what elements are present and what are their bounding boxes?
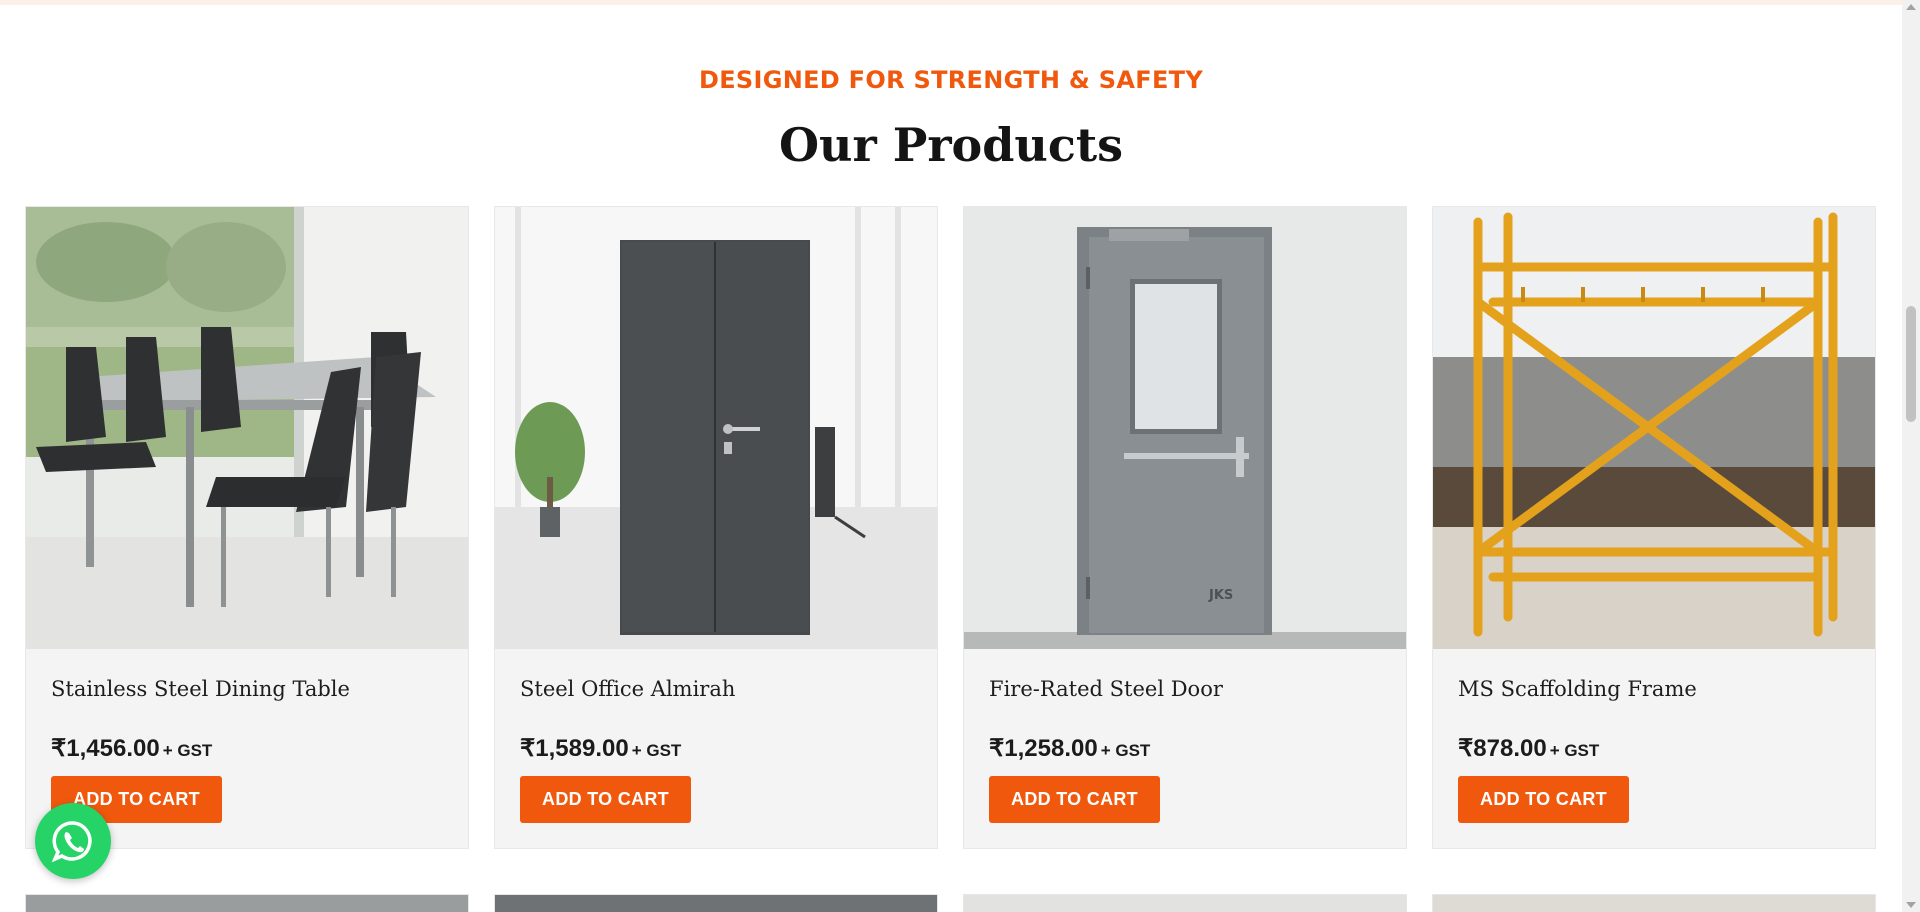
product-price: ₹1,456.00 + GST [51, 734, 212, 763]
product-card-next-row[interactable] [1432, 894, 1876, 912]
product-card-next-row[interactable] [963, 894, 1407, 912]
scaffolding-photo [1433, 207, 1875, 649]
steel-door-photo: JKS [964, 207, 1406, 649]
product-image-scaffolding[interactable] [1433, 207, 1875, 649]
dining-table-photo [26, 207, 468, 649]
image-watermark: JKS [1208, 588, 1233, 603]
product-card-next-row[interactable] [494, 894, 938, 912]
product-price: ₹1,589.00 + GST [520, 734, 681, 763]
product-price: ₹1,258.00 + GST [989, 734, 1150, 763]
price-tax: + GST [162, 741, 213, 760]
whatsapp-button[interactable] [35, 803, 111, 879]
product-card-next-row[interactable] [25, 894, 469, 912]
price-tax: + GST [631, 741, 682, 760]
price-amount: ₹878.00 [1458, 735, 1547, 762]
add-to-cart-button[interactable]: ADD TO CART [520, 776, 691, 823]
scroll-down-icon[interactable] [1906, 902, 1916, 908]
section-heading: Our Products [778, 118, 1124, 172]
page-scrollbar[interactable] [1902, 0, 1920, 912]
product-title[interactable]: Fire-Rated Steel Door [989, 677, 1223, 701]
section-eyebrow: DESIGNED FOR STRENGTH & SAFETY [698, 66, 1203, 94]
product-title[interactable]: Steel Office Almirah [520, 677, 735, 701]
product-card[interactable]: JKS Fire-Rated Steel Door ₹1,258.00 + GST… [963, 206, 1407, 849]
product-image-almirah[interactable] [495, 207, 937, 649]
products-section: DESIGNED FOR STRENGTH & SAFETY Our Produ… [0, 0, 1902, 912]
scrollbar-thumb[interactable] [1906, 306, 1916, 422]
product-price: ₹878.00 + GST [1458, 734, 1599, 763]
product-image-steel-door[interactable]: JKS [964, 207, 1406, 649]
product-image-dining-table[interactable] [26, 207, 468, 649]
product-title[interactable]: Stainless Steel Dining Table [51, 677, 350, 701]
price-tax: + GST [1549, 741, 1600, 760]
product-card[interactable]: Stainless Steel Dining Table ₹1,456.00 + … [25, 206, 469, 849]
price-tax: + GST [1100, 741, 1151, 760]
price-amount: ₹1,258.00 [989, 735, 1098, 762]
add-to-cart-button[interactable]: ADD TO CART [989, 776, 1160, 823]
product-card[interactable]: Steel Office Almirah ₹1,589.00 + GST ADD … [494, 206, 938, 849]
price-amount: ₹1,456.00 [51, 735, 160, 762]
product-title[interactable]: MS Scaffolding Frame [1458, 677, 1697, 701]
scroll-up-icon[interactable] [1906, 4, 1916, 10]
almirah-photo [495, 207, 937, 649]
add-to-cart-button[interactable]: ADD TO CART [1458, 776, 1629, 823]
product-card[interactable]: MS Scaffolding Frame ₹878.00 + GST ADD TO… [1432, 206, 1876, 849]
price-amount: ₹1,589.00 [520, 735, 629, 762]
whatsapp-icon [51, 821, 92, 863]
